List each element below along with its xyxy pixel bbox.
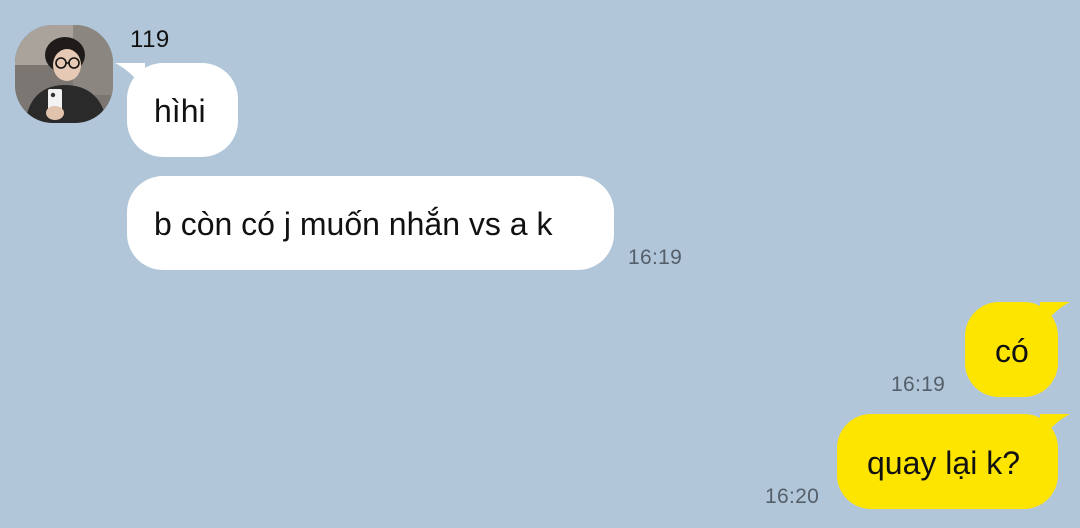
message-timestamp: 16:20 bbox=[765, 485, 820, 508]
bubble-tail-icon bbox=[1040, 302, 1070, 330]
sender-name: 119 bbox=[130, 26, 170, 53]
message-text: b còn có j muốn nhắn vs a k bbox=[154, 206, 553, 242]
bubble-tail-icon bbox=[115, 63, 145, 91]
outgoing-message-bubble[interactable]: có bbox=[965, 302, 1070, 397]
message-text: hìhi bbox=[154, 93, 206, 129]
sender-avatar[interactable] bbox=[15, 25, 113, 123]
message-timestamp: 16:19 bbox=[628, 246, 683, 269]
message-text: quay lại k? bbox=[867, 445, 1020, 481]
message-text: có bbox=[995, 333, 1029, 369]
incoming-message-bubble[interactable]: b còn có j muốn nhắn vs a k bbox=[127, 176, 614, 270]
profile-photo-icon bbox=[15, 25, 113, 123]
bubble-tail-icon bbox=[1040, 414, 1070, 442]
message-timestamp: 16:19 bbox=[891, 373, 946, 396]
outgoing-message-bubble[interactable]: quay lại k? bbox=[837, 414, 1070, 509]
incoming-message-bubble[interactable]: hìhi bbox=[115, 63, 238, 157]
